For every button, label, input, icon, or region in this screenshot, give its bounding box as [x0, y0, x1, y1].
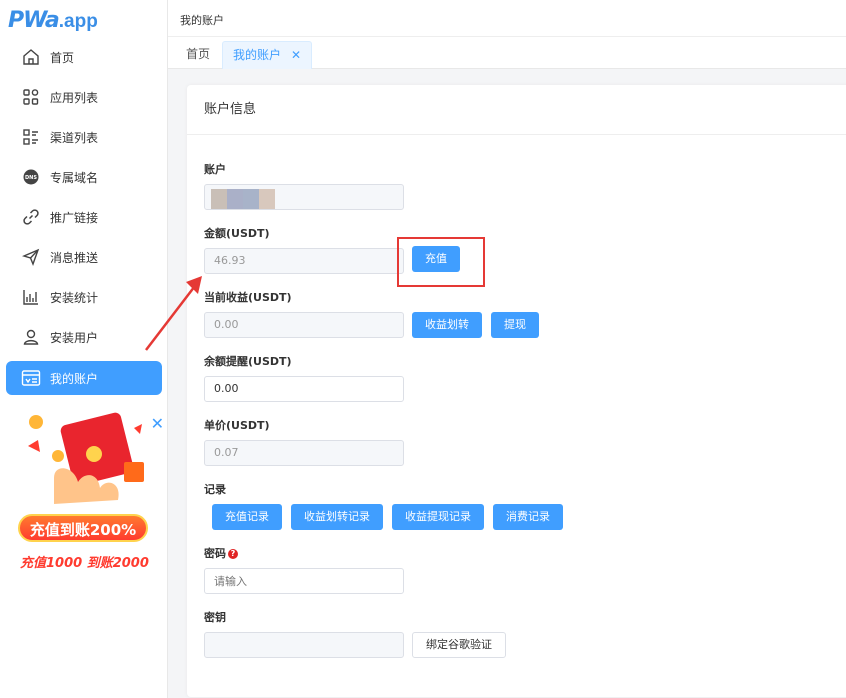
income-field: 0.00: [204, 312, 404, 338]
sidebar-item-domains[interactable]: DNS 专属域名: [0, 157, 168, 197]
sidebar-item-links[interactable]: 推广链接: [0, 197, 168, 237]
account-label: 账户: [204, 163, 226, 176]
sidebar-item-label: 推广链接: [50, 210, 99, 225]
annotation-arrow: [145, 276, 202, 351]
logo[interactable]: PWa .app: [8, 6, 98, 34]
sidebar-item-label: 渠道列表: [50, 130, 99, 145]
password-label-text: 密码: [204, 547, 226, 560]
secret-field: [204, 632, 404, 658]
withdraw-records-button[interactable]: 收益提现记录: [392, 504, 484, 530]
password-label: 密码?: [204, 545, 238, 561]
amount-field: 46.93: [204, 248, 404, 274]
apps-icon: [20, 86, 42, 108]
sidebar-item-apps[interactable]: 应用列表: [0, 77, 168, 117]
reminder-label: 余额提醒(USDT): [204, 355, 292, 368]
promo-ad[interactable]: ✕ 充值到账200% 充值1000 到账2000: [10, 408, 166, 578]
sidebar-item-home[interactable]: 首页: [0, 37, 168, 77]
reminder-input[interactable]: 0.00: [204, 376, 404, 402]
password-input[interactable]: [204, 568, 404, 594]
svg-text:DNS: DNS: [25, 175, 37, 181]
close-icon[interactable]: ✕: [291, 48, 301, 62]
tab-home[interactable]: 首页: [176, 41, 220, 69]
sidebar-item-label: 安装统计: [50, 290, 99, 305]
logo-main: PWa: [8, 8, 60, 33]
list-icon: [20, 126, 42, 148]
wallet-icon: [20, 367, 42, 389]
help-icon[interactable]: ?: [228, 549, 238, 559]
sidebar-item-channels[interactable]: 渠道列表: [0, 117, 168, 157]
send-icon: [20, 246, 42, 268]
red-envelope-illustration: [28, 412, 144, 504]
tab-label: 我的账户: [233, 48, 282, 62]
account-card: 账户信息 账户 金额(USDT) 46.93 充值 当前收益(USDT) 0.0…: [187, 85, 846, 697]
sidebar-item-label: 安装用户: [50, 330, 99, 345]
close-icon[interactable]: ✕: [151, 414, 164, 433]
transfer-records-button[interactable]: 收益划转记录: [291, 504, 383, 530]
sidebar-item-label: 首页: [50, 50, 75, 65]
tab-bar: 首页 我的账户 ✕: [168, 37, 846, 69]
income-label: 当前收益(USDT): [204, 291, 292, 304]
ad-subtitle: 充值1000 到账2000: [20, 556, 149, 571]
withdraw-button[interactable]: 提现: [491, 312, 539, 338]
ad-title: 充值到账200%: [18, 514, 148, 542]
price-label: 单价(USDT): [204, 419, 270, 432]
sidebar-item-label: 应用列表: [50, 90, 99, 105]
home-icon: [20, 46, 42, 68]
records-label: 记录: [204, 483, 226, 496]
user-icon: [20, 326, 42, 348]
masked-account: [211, 189, 275, 209]
top-bar: 我的账户: [168, 0, 846, 37]
transfer-income-button[interactable]: 收益划转: [412, 312, 482, 338]
chart-icon: [20, 286, 42, 308]
link-icon: [20, 206, 42, 228]
sidebar-item-label: 我的账户: [50, 371, 99, 386]
sidebar-item-account[interactable]: 我的账户: [6, 361, 162, 395]
recharge-records-button[interactable]: 充值记录: [212, 504, 282, 530]
dns-icon: DNS: [20, 166, 42, 188]
logo-sub: .app: [58, 11, 98, 32]
price-field: 0.07: [204, 440, 404, 466]
amount-label: 金额(USDT): [204, 227, 270, 240]
bind-google-auth-button[interactable]: 绑定谷歌验证: [412, 632, 506, 658]
tab-my-account[interactable]: 我的账户 ✕: [222, 41, 313, 69]
card-title: 账户信息: [187, 85, 846, 135]
highlight-box: [397, 237, 485, 287]
secret-label: 密钥: [204, 611, 226, 624]
breadcrumb: 我的账户: [180, 14, 224, 27]
sidebar-item-label: 消息推送: [50, 250, 99, 265]
sidebar-item-label: 专属域名: [50, 170, 99, 185]
consumption-records-button[interactable]: 消费记录: [493, 504, 563, 530]
